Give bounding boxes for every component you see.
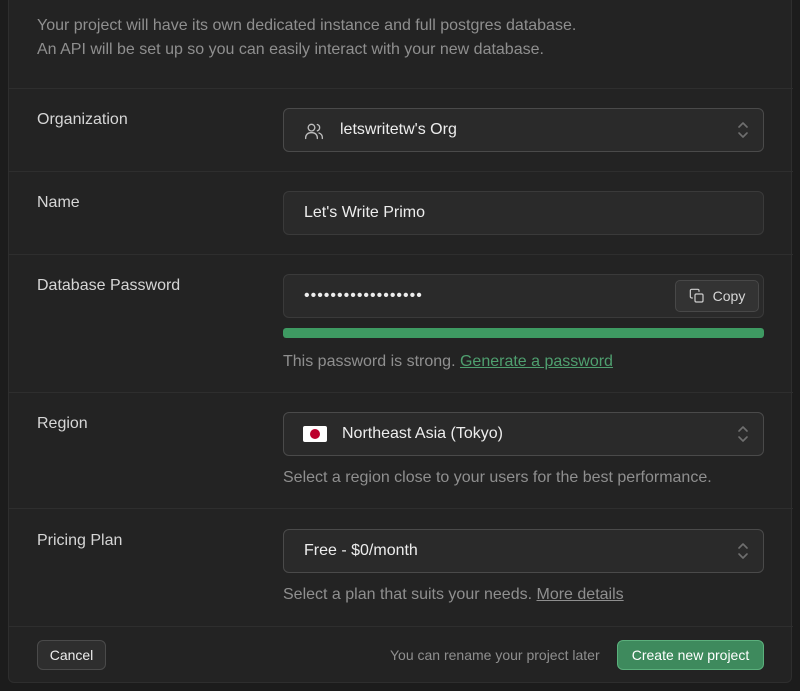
japan-flag-icon [303,426,327,442]
pricing-select[interactable]: Free - $0/month [283,529,764,573]
intro-line-1: Your project will have its own dedicated… [37,17,577,34]
chevron-up-down-icon [738,426,748,442]
cancel-button[interactable]: Cancel [37,640,106,670]
generate-password-link[interactable]: Generate a password [460,353,613,370]
divider [9,626,793,627]
chevron-up-down-icon [738,122,748,138]
password-strength-fill [283,328,764,338]
region-hint: Select a region close to your users for … [283,469,712,486]
organization-row: Organization letswritetw's Org [9,88,793,171]
pricing-value: Free - $0/month [304,542,418,559]
region-row: Region Northeast Asia (Tokyo) Select a r… [9,392,793,508]
organization-label: Organization [37,111,128,128]
intro-text: Your project will have its own dedicated… [37,14,777,62]
password-strength-bar [283,328,764,338]
password-label: Database Password [37,277,181,294]
password-row: Database Password •••••••••••••••••• Cop… [9,254,793,392]
name-row: Name Let's Write Primo [9,171,793,254]
more-details-link[interactable]: More details [537,586,624,603]
password-input[interactable]: •••••••••••••••••• Copy [283,274,764,318]
copy-label: Copy [712,288,746,304]
rename-note: You can rename your project later [390,647,600,663]
region-value: Northeast Asia (Tokyo) [342,425,503,442]
pricing-hint: Select a plan that suits your needs. Mor… [283,586,624,604]
organization-value: letswritetw's Org [340,121,457,138]
create-project-button[interactable]: Create new project [617,640,764,670]
copy-button[interactable]: Copy [675,280,759,312]
name-label: Name [37,194,80,211]
password-value: •••••••••••••••••• [304,287,423,304]
pricing-hint-text: Select a plan that suits your needs. [283,586,533,603]
intro-line-2: An API will be set up so you can easily … [37,41,544,58]
project-name-input[interactable]: Let's Write Primo [283,191,764,235]
region-select[interactable]: Northeast Asia (Tokyo) [283,412,764,456]
chevron-up-down-icon [738,543,748,559]
password-hint: This password is strong. Generate a pass… [283,353,613,371]
users-icon [305,123,323,140]
copy-icon [689,288,704,303]
organization-select[interactable]: letswritetw's Org [283,108,764,152]
region-label: Region [37,415,88,432]
project-name-value: Let's Write Primo [304,204,426,221]
pricing-row: Pricing Plan Free - $0/month Select a pl… [9,508,793,626]
new-project-form: Your project will have its own dedicated… [8,0,793,683]
pricing-label: Pricing Plan [37,532,123,549]
password-strength-text: This password is strong. [283,353,456,370]
